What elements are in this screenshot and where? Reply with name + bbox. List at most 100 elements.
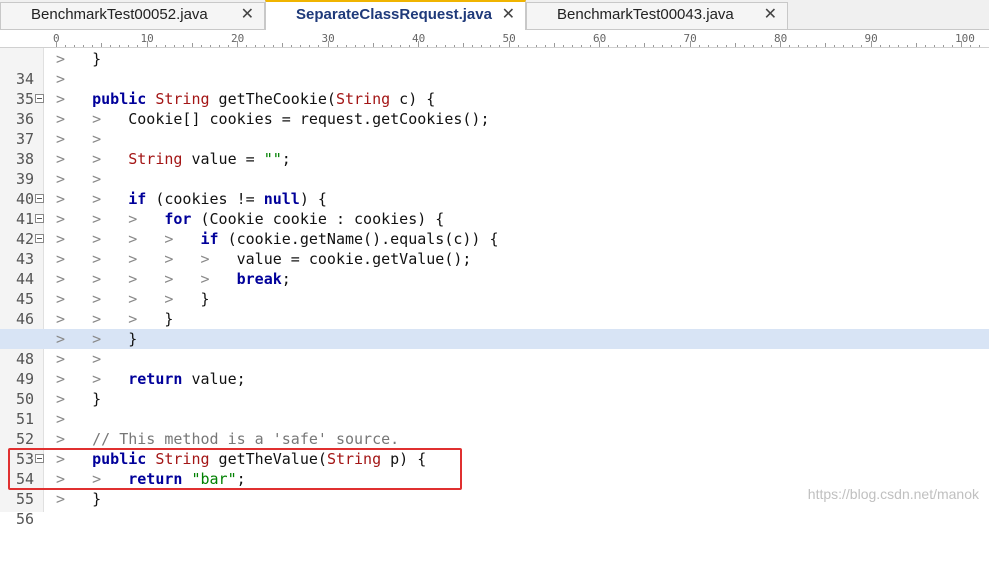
ruler-tick: [707, 45, 709, 47]
column-ruler: 0 10 20 30 40 50 60 70 80 90 100: [0, 30, 989, 48]
fold-toggle-icon[interactable]: [35, 214, 44, 223]
code-line: 35 >: [0, 69, 989, 108]
ruler-tick: [888, 45, 890, 47]
code-line: 40 > >: [0, 169, 989, 208]
close-icon[interactable]: ✕: [502, 2, 515, 28]
ruler-tick: [843, 45, 845, 47]
ruler-tick: [291, 45, 293, 47]
ruler-tick: [381, 45, 383, 47]
ruler-tick: [544, 45, 546, 47]
code-line: 34 > }: [0, 49, 989, 88]
tab-bar: BenchmarkTest00052.java ✕ SeparateClassR…: [0, 0, 989, 30]
ruler-tick: [698, 45, 700, 47]
ruler-tick: [56, 41, 57, 47]
code-line-current: 48 > > }: [0, 329, 989, 368]
code-line: 52 >: [0, 409, 989, 448]
fold-toggle-icon[interactable]: [35, 94, 44, 103]
code-text: }: [92, 50, 102, 68]
ruler-tick: [617, 45, 619, 47]
ruler-tick: [961, 41, 962, 47]
ruler-tick: [951, 45, 953, 47]
line-number: 56: [15, 510, 34, 528]
ruler-tick: [933, 45, 935, 47]
ruler-tick: [517, 45, 519, 47]
ruler-tick: [481, 45, 483, 47]
close-icon[interactable]: ✕: [241, 3, 254, 27]
ruler-tick: [218, 45, 220, 47]
ruler-tick: [155, 45, 157, 47]
ruler-tick: [372, 43, 374, 47]
code-line: 41 > > if (cookies != null) {: [0, 189, 989, 228]
ruler-tick: [454, 45, 456, 47]
ruler-tick: [789, 45, 791, 47]
ruler-tick: [861, 45, 863, 47]
tab-label: BenchmarkTest00052.java: [31, 6, 208, 23]
ruler-tick: [399, 45, 401, 47]
code-line: 43 > > > > if (cookie.getName().equals(c…: [0, 229, 989, 268]
code-editor[interactable]: 34 > } 35 > 36 > public String getTheCoo…: [0, 49, 989, 528]
ruler-tick: [689, 41, 691, 47]
ruler-tick: [264, 45, 266, 47]
tab-benchmarktest00043[interactable]: BenchmarkTest00043.java ✕: [526, 2, 788, 29]
code-line: 47 > > > }: [0, 309, 989, 348]
ruler-tick: [589, 45, 591, 47]
ruler-tick: [725, 45, 727, 47]
ruler-tick: [309, 45, 311, 47]
ruler-tick: [354, 45, 356, 47]
ruler-tick: [146, 41, 148, 47]
ruler-tick: [92, 45, 94, 47]
ruler-tick: [526, 45, 528, 47]
code-line: 38 > >: [0, 129, 989, 168]
ruler-tick: [327, 41, 329, 47]
ruler-tick: [644, 43, 646, 47]
tab-separateclassrequest[interactable]: SeparateClassRequest.java ✕: [265, 0, 526, 30]
ruler-tick: [870, 41, 872, 47]
ruler-tick: [237, 41, 238, 47]
ruler-tick: [390, 45, 392, 47]
tab-benchmarktest00052[interactable]: BenchmarkTest00052.java ✕: [0, 2, 265, 29]
ruler-tick: [74, 45, 76, 47]
ruler-tick: [906, 45, 908, 47]
code-line: 50 > > return value;: [0, 369, 989, 408]
ruler-tick: [499, 45, 501, 47]
ruler-tick: [680, 45, 682, 47]
ruler-tick: [83, 45, 85, 47]
ruler-tick: [418, 41, 419, 47]
code-line: 53 > // This method is a 'safe' source.: [0, 429, 989, 468]
ruler-tick: [472, 45, 474, 47]
ruler-tick: [227, 45, 229, 47]
ruler-tick: [816, 45, 818, 47]
fold-toggle-icon[interactable]: [35, 234, 44, 243]
ruler-tick: [209, 45, 211, 47]
ruler-tick: [408, 45, 410, 47]
ruler-tick: [363, 45, 365, 47]
ruler-tick: [798, 45, 800, 47]
code-line: 49 > >: [0, 349, 989, 388]
ruler-tick: [562, 45, 564, 47]
ruler-tick: [128, 45, 130, 47]
ruler-tick: [445, 45, 447, 47]
ruler-tick: [834, 45, 836, 47]
close-icon[interactable]: ✕: [764, 3, 777, 27]
ruler-tick: [780, 41, 781, 47]
ruler-tick: [970, 45, 972, 47]
ruler-tick: [427, 45, 429, 47]
code-line: 39 > > String value = "";: [0, 149, 989, 188]
code-comment: // This method is a 'safe' source.: [92, 430, 400, 448]
ruler-tick: [436, 45, 438, 47]
fold-toggle-icon[interactable]: [35, 194, 44, 203]
ruler-tick: [924, 45, 926, 47]
ruler-tick: [852, 45, 854, 47]
ruler-tick: [110, 45, 112, 47]
ruler-tick: [246, 45, 248, 47]
ruler-tick: [626, 45, 628, 47]
tab-label: BenchmarkTest00043.java: [557, 6, 734, 23]
code-line: 36 > public String getTheCookie(String c…: [0, 89, 989, 128]
ruler-tick: [743, 45, 745, 47]
ruler-tick: [182, 45, 184, 47]
ruler-tick: [553, 43, 555, 47]
ruler-tick: [282, 43, 284, 47]
ruler-tick: [653, 45, 655, 47]
ruler-tick: [65, 45, 67, 47]
code-line: 44 > > > > > value = cookie.getValue();: [0, 249, 989, 288]
